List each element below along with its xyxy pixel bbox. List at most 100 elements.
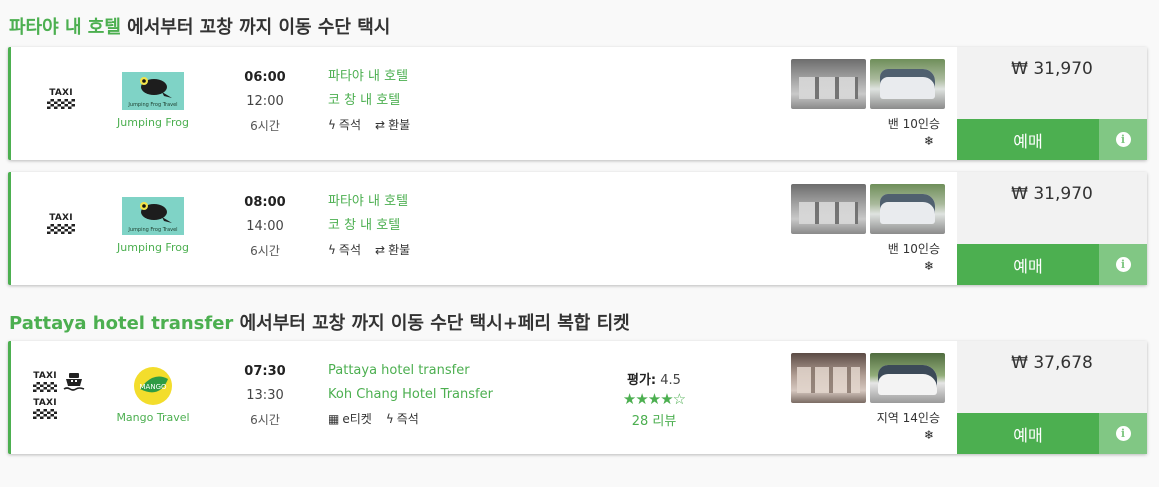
duration: 6시간 [250, 413, 280, 427]
section-title-origin: 파타야 내 호텔 [9, 17, 121, 38]
price-panel: ₩ 31,970 예매 i [957, 47, 1147, 160]
to-location[interactable]: Koh Chang Hotel Transfer [328, 383, 493, 407]
departure-time: 06:00 [244, 70, 286, 85]
info-icon: i [1115, 426, 1131, 441]
transport-type: TAXI [41, 213, 81, 234]
operator-name[interactable]: Mango Travel [116, 411, 189, 424]
trip-card[interactable]: TAXI TAXI MANGO Mango Travel 07:30 13:30 [8, 341, 1147, 454]
snowflake-icon: ❄ [923, 259, 934, 273]
to-location[interactable]: 코 창 내 호텔 [328, 214, 410, 238]
schedule: 08:00 14:00 6시간 [241, 191, 289, 263]
taxi-label: TAXI [49, 213, 73, 223]
vehicle-interior-photo[interactable] [791, 59, 866, 109]
duration: 6시간 [250, 119, 280, 133]
taxi-icon: TAXI [47, 213, 75, 234]
operator-logo: Jumping Frog Travel [122, 197, 184, 235]
operator[interactable]: Jumping Frog Travel Jumping Frog [113, 72, 193, 129]
operator[interactable]: Jumping Frog Travel Jumping Frog [113, 197, 193, 254]
schedule: 07:30 13:30 6시간 [241, 360, 289, 432]
feature-instant: ϟ 즉석 [328, 238, 361, 262]
rating-label: 평가: [627, 373, 657, 388]
section-title: Pattaya hotel transfer 에서부터 꼬창 까지 이동 수단 … [9, 309, 630, 335]
vehicle-type: 지역 14인승 [876, 411, 940, 425]
section-title-origin: Pattaya hotel transfer [9, 313, 234, 334]
arrival-time: 14:00 [246, 219, 284, 234]
feature-instant: ϟ 즉석 [386, 407, 419, 431]
section-title: 파타야 내 호텔 에서부터 꼬창 까지 이동 수단 택시 [9, 13, 390, 39]
taxi-icon: TAXI [47, 88, 75, 109]
from-location[interactable]: Pattaya hotel transfer [328, 359, 493, 383]
price-panel: ₩ 31,970 예매 i [957, 172, 1147, 285]
book-button[interactable]: 예매 [957, 413, 1099, 454]
vehicle-info: 밴 10인승 ❄ [888, 240, 940, 273]
vehicle-photos[interactable] [791, 353, 945, 403]
price: ₩ 31,970 [1011, 184, 1093, 204]
price-panel: ₩ 37,678 예매 i [957, 341, 1147, 454]
vehicle-exterior-photo[interactable] [870, 59, 945, 109]
bolt-icon: ϟ [328, 243, 336, 257]
route: 파타야 내 호텔 코 창 내 호텔 ϟ 즉석 ⇄ 환불 [328, 65, 410, 137]
qr-icon: ▦ [328, 412, 340, 426]
vehicle-info: 밴 10인승 ❄ [888, 115, 940, 148]
exchange-icon: ⇄ [375, 243, 386, 257]
features: ϟ 즉석 ⇄ 환불 [328, 238, 410, 262]
taxi-label: TAXI [33, 398, 57, 408]
section-title-rest: 에서부터 꼬창 까지 이동 수단 택시+페리 복합 티켓 [233, 313, 630, 334]
operator-logo: MANGO [134, 367, 172, 405]
trip-card[interactable]: TAXI Jumping Frog Travel Jumping Frog 06… [8, 47, 1147, 160]
vehicle-photos[interactable] [791, 184, 945, 234]
operator-logo-text: Jumping Frog Travel [127, 102, 177, 108]
transport-type: TAXI [41, 88, 81, 109]
star-rating: ★★★★☆ [622, 390, 686, 408]
route: 파타야 내 호텔 코 창 내 호텔 ϟ 즉석 ⇄ 환불 [328, 190, 410, 262]
trip-card[interactable]: TAXI Jumping Frog Travel Jumping Frog 08… [8, 172, 1147, 285]
duration: 6시간 [250, 244, 280, 258]
operator[interactable]: MANGO Mango Travel [113, 365, 193, 424]
rating-value: 4.5 [660, 373, 681, 388]
operator-name[interactable]: Jumping Frog [117, 241, 189, 254]
book-button[interactable]: 예매 [957, 119, 1099, 160]
vehicle-interior-photo[interactable] [791, 353, 866, 403]
from-location[interactable]: 파타야 내 호텔 [328, 65, 410, 89]
operator-logo-text: MANGO [140, 383, 167, 391]
taxi-label: TAXI [49, 88, 73, 98]
taxi-label: TAXI [33, 371, 57, 381]
schedule: 06:00 12:00 6시간 [241, 66, 289, 138]
vehicle-exterior-photo[interactable] [870, 353, 945, 403]
vehicle-interior-photo[interactable] [791, 184, 866, 234]
info-button[interactable]: i [1099, 244, 1147, 285]
info-button[interactable]: i [1099, 413, 1147, 454]
operator-logo: Jumping Frog Travel [122, 72, 184, 110]
feature-refund: ⇄ 환불 [375, 238, 410, 262]
departure-time: 08:00 [244, 195, 286, 210]
arrival-time: 13:30 [246, 388, 284, 403]
info-icon: i [1115, 257, 1131, 272]
vehicle-info: 지역 14인승 ❄ [877, 409, 940, 442]
taxi-icon: TAXI [33, 398, 57, 419]
reviews-link[interactable]: 28 리뷰 [609, 410, 699, 429]
vehicle-photos[interactable] [791, 59, 945, 109]
section-title-rest: 에서부터 꼬창 까지 이동 수단 택시 [120, 17, 391, 38]
vehicle-type: 밴 10인승 [887, 242, 940, 256]
to-location[interactable]: 코 창 내 호텔 [328, 89, 410, 113]
taxi-icon: TAXI [33, 371, 57, 392]
from-location[interactable]: 파타야 내 호텔 [328, 190, 410, 214]
rating[interactable]: 평가: 4.5 ★★★★☆ 28 리뷰 [609, 369, 699, 429]
arrival-time: 12:00 [246, 94, 284, 109]
vehicle-exterior-photo[interactable] [870, 184, 945, 234]
snowflake-icon: ❄ [923, 134, 934, 148]
price: ₩ 31,970 [1011, 59, 1093, 79]
book-button[interactable]: 예매 [957, 244, 1099, 285]
info-icon: i [1115, 132, 1131, 147]
operator-name[interactable]: Jumping Frog [117, 116, 189, 129]
feature-refund: ⇄ 환불 [375, 113, 410, 137]
feature-instant: ϟ 즉석 [328, 113, 361, 137]
snowflake-icon: ❄ [923, 428, 934, 442]
bolt-icon: ϟ [385, 412, 394, 426]
info-button[interactable]: i [1099, 119, 1147, 160]
operator-logo-text: Jumping Frog Travel [127, 227, 177, 233]
exchange-icon: ⇄ [375, 118, 386, 132]
ferry-icon [63, 373, 85, 391]
departure-time: 07:30 [244, 364, 286, 379]
vehicle-type: 밴 10인승 [887, 117, 940, 131]
